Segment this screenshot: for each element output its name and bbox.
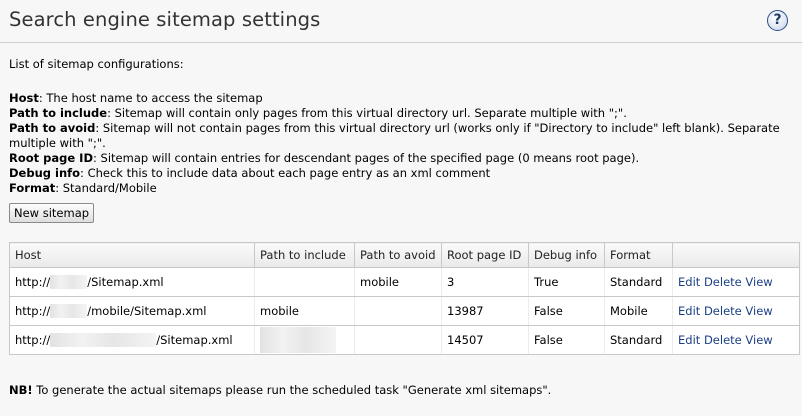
field-descriptions: Host: The host name to access the sitema… bbox=[9, 91, 789, 196]
view-link[interactable]: View bbox=[745, 304, 772, 318]
desc-text: : The host name to access the sitemap bbox=[38, 91, 263, 105]
cell-host: http:// /Sitemap.xml bbox=[9, 325, 255, 355]
page-title: Search engine sitemap settings bbox=[9, 8, 321, 31]
cell-path-avoid bbox=[354, 296, 442, 326]
cell-path-avoid bbox=[354, 325, 442, 355]
column-header-format: Format bbox=[604, 242, 673, 268]
cell-path-include bbox=[254, 267, 355, 297]
desc-text: : Sitemap will contain entries for desce… bbox=[93, 151, 640, 165]
desc-text: : Standard/Mobile bbox=[55, 181, 157, 195]
intro-text: List of sitemap configurations: bbox=[9, 57, 184, 71]
host-prefix: http:// bbox=[15, 274, 51, 289]
cell-format: Mobile bbox=[604, 296, 673, 326]
host-prefix: http:// bbox=[15, 303, 51, 318]
cell-root-page-id: 13987 bbox=[441, 296, 529, 326]
footer-note: NB! To generate the actual sitemaps plea… bbox=[9, 383, 551, 397]
edit-link[interactable]: Edit bbox=[678, 304, 700, 318]
desc-format: Format: Standard/Mobile bbox=[9, 181, 789, 196]
page-header: Search engine sitemap settings ? bbox=[0, 0, 802, 43]
cell-actions: Edit Delete View bbox=[672, 267, 800, 297]
table-row: http:// /Sitemap.xml mobile 3 True Standa… bbox=[9, 267, 800, 297]
desc-host: Host: The host name to access the sitema… bbox=[9, 91, 789, 106]
column-header-path-avoid: Path to avoid bbox=[354, 242, 442, 268]
desc-text: : Sitemap will contain only pages from t… bbox=[107, 106, 627, 120]
desc-path-avoid: Path to avoid: Sitemap will not contain … bbox=[9, 121, 789, 151]
cell-root-page-id: 3 bbox=[441, 267, 529, 297]
desc-path-include: Path to include: Sitemap will contain on… bbox=[9, 106, 789, 121]
redacted-host bbox=[50, 333, 157, 348]
desc-term: Host bbox=[9, 91, 39, 105]
cell-format: Standard bbox=[604, 325, 673, 355]
cell-host: http:// /mobile/Sitemap.xml bbox=[9, 296, 255, 326]
host-prefix: http:// bbox=[15, 332, 51, 347]
sitemap-table: Host Path to include Path to avoid Root … bbox=[9, 242, 800, 355]
redacted-host bbox=[50, 275, 88, 290]
table-header-row: Host Path to include Path to avoid Root … bbox=[9, 242, 800, 268]
cell-debug-info: True bbox=[528, 267, 605, 297]
cell-actions: Edit Delete View bbox=[672, 325, 800, 355]
edit-link[interactable]: Edit bbox=[678, 275, 700, 289]
cell-root-page-id: 14507 bbox=[441, 325, 529, 355]
delete-link[interactable]: Delete bbox=[704, 275, 742, 289]
host-suffix: /Sitemap.xml bbox=[156, 332, 233, 347]
delete-link[interactable]: Delete bbox=[704, 333, 742, 347]
host-suffix: /Sitemap.xml bbox=[87, 274, 164, 289]
view-link[interactable]: View bbox=[745, 333, 772, 347]
cell-path-avoid: mobile bbox=[354, 267, 442, 297]
column-header-root-page-id: Root page ID bbox=[441, 242, 529, 268]
desc-term: Path to include bbox=[9, 106, 108, 120]
desc-root-page: Root page ID: Sitemap will contain entri… bbox=[9, 151, 789, 166]
desc-text: : Sitemap will not contain pages from th… bbox=[9, 121, 780, 150]
table-row: http:///mobile/Sitemap.xml mobile 13987 … bbox=[9, 296, 800, 326]
new-sitemap-button[interactable]: New sitemap bbox=[9, 203, 95, 223]
desc-term: Debug info bbox=[9, 166, 81, 180]
desc-term: Format bbox=[9, 181, 56, 195]
desc-text: : Check this to include data about each … bbox=[80, 166, 491, 180]
redacted-host bbox=[50, 304, 88, 319]
column-header-debug-info: Debug info bbox=[528, 242, 605, 268]
cell-debug-info: False bbox=[528, 296, 605, 326]
note-text: To generate the actual sitemaps please r… bbox=[32, 383, 552, 397]
cell-path-include bbox=[254, 325, 355, 355]
desc-debug-info: Debug info: Check this to include data a… bbox=[9, 166, 789, 181]
desc-term: Root page ID bbox=[9, 151, 94, 165]
host-suffix: /mobile/Sitemap.xml bbox=[87, 303, 207, 318]
delete-link[interactable]: Delete bbox=[704, 304, 742, 318]
view-link[interactable]: View bbox=[745, 275, 772, 289]
help-icon[interactable]: ? bbox=[767, 10, 788, 31]
cell-actions: Edit Delete View bbox=[672, 296, 800, 326]
cell-host: http:// /Sitemap.xml bbox=[9, 267, 255, 297]
desc-term: Path to avoid bbox=[9, 121, 96, 135]
cell-debug-info: False bbox=[528, 325, 605, 355]
column-header-actions bbox=[672, 242, 800, 268]
column-header-host: Host bbox=[9, 242, 255, 268]
column-header-path-include: Path to include bbox=[254, 242, 355, 268]
note-label: NB! bbox=[9, 383, 33, 397]
cell-path-include: mobile bbox=[254, 296, 355, 326]
cell-format: Standard bbox=[604, 267, 673, 297]
redacted-path bbox=[260, 327, 336, 353]
table-row: http:// /Sitemap.xml 14507 False Standard… bbox=[9, 325, 800, 355]
edit-link[interactable]: Edit bbox=[678, 333, 700, 347]
